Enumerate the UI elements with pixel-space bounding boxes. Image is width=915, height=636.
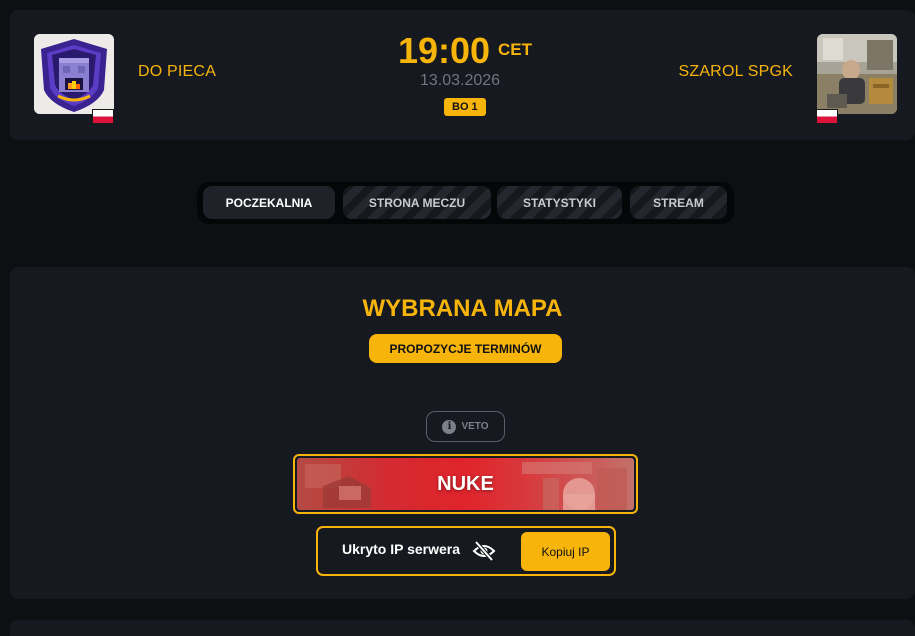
tab-statystyki[interactable]: STATYSTYKI [497, 186, 622, 219]
furnace-shield-icon [34, 34, 114, 114]
tab-strona-meczu[interactable]: STRONA MECZU [343, 186, 491, 219]
copy-ip-button[interactable]: Kopiuj IP [521, 532, 610, 571]
map-card-section: WYBRANA MAPA PROPOZYCJE TERMINÓW i VETO … [10, 267, 915, 599]
map-image: NUKE [297, 458, 634, 510]
team-right-logo[interactable] [817, 34, 897, 114]
server-ip-box: Ukryto IP serwera Kopiuj IP [316, 526, 616, 576]
team-left-logo[interactable] [34, 34, 114, 114]
poland-flag-icon [92, 109, 114, 124]
team-right-name[interactable]: SZAROL SPGK [678, 63, 793, 81]
match-timezone: CET [498, 40, 532, 59]
tab-stream[interactable]: STREAM [630, 186, 727, 219]
next-section-card [10, 620, 915, 636]
veto-button-label: VETO [461, 421, 489, 432]
propose-dates-button[interactable]: PROPOZYCJE TERMINÓW [369, 334, 562, 363]
map-name: NUKE [437, 472, 494, 495]
info-icon: i [442, 419, 457, 434]
section-title: WYBRANA MAPA [362, 295, 563, 322]
team-photo-icon [817, 34, 897, 114]
match-time: 19:00 [398, 30, 491, 71]
eye-slash-icon[interactable] [472, 540, 496, 562]
match-tabs: POCZEKALNIA STRONA MECZU STATYSTYKI STRE… [197, 182, 734, 224]
poland-flag-icon [816, 109, 838, 124]
server-ip-label: Ukryto IP serwera [342, 541, 461, 557]
veto-button[interactable]: i VETO [426, 411, 505, 442]
team-left-name[interactable]: DO PIECA [138, 63, 216, 81]
match-header: DO PIECA 19:00 CET 13.03.2026 BO 1 SZARO… [10, 10, 915, 140]
match-format-badge: BO 1 [444, 98, 486, 116]
tab-poczekalnia[interactable]: POCZEKALNIA [203, 186, 335, 219]
match-time-block: 19:00 CET 13.03.2026 BO 1 [396, 26, 556, 126]
match-date: 13.03.2026 [420, 72, 501, 89]
selected-map-card[interactable]: NUKE [293, 454, 638, 514]
